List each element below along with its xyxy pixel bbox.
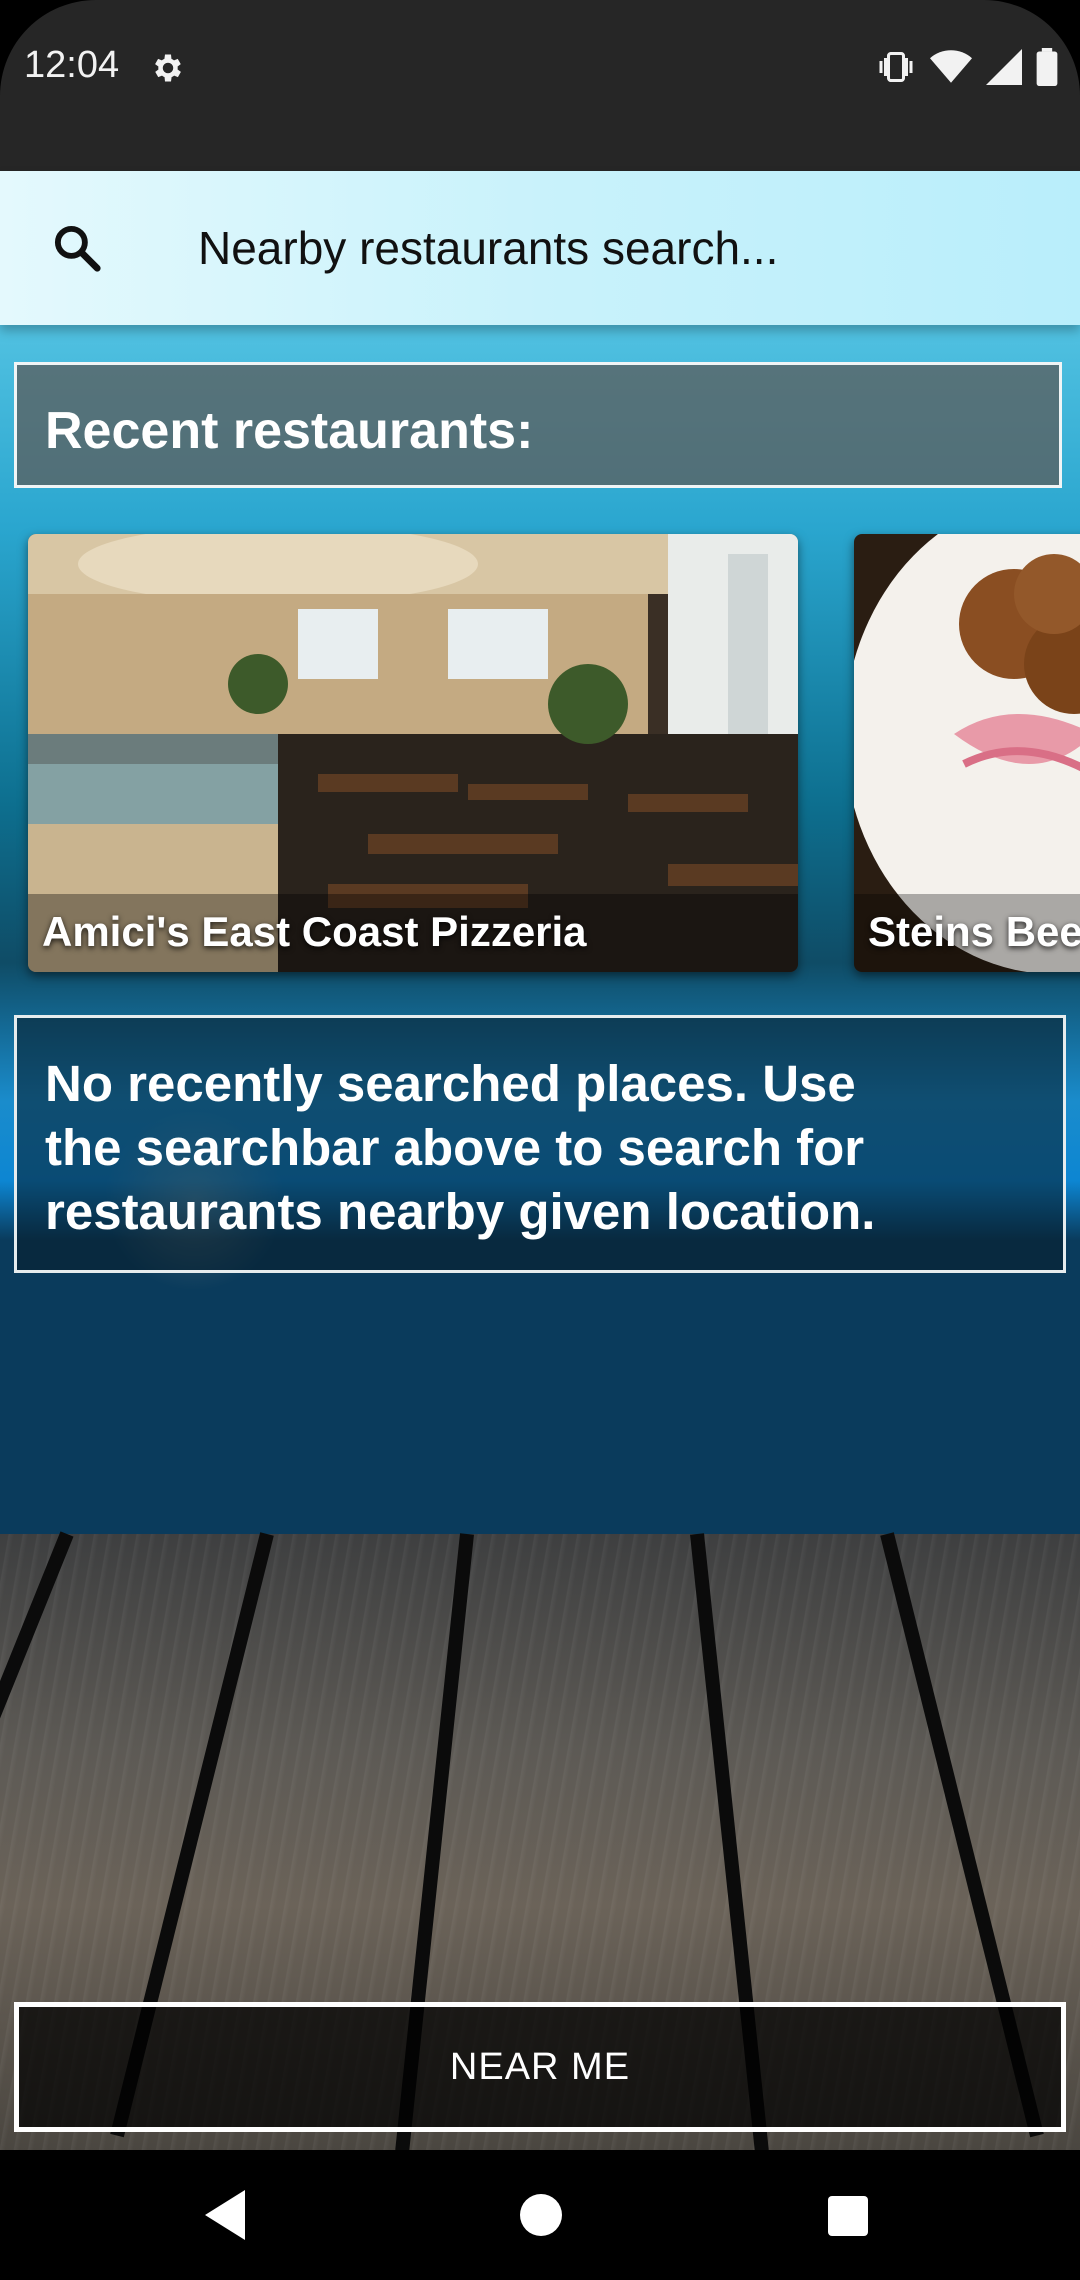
navigation-bar bbox=[0, 2150, 1080, 2280]
recent-restaurants-header: Recent restaurants: bbox=[14, 362, 1062, 488]
phone-screen: 12:04 Nearby restaurants search... Recen… bbox=[0, 0, 1080, 2280]
search-bar bbox=[0, 171, 1080, 325]
restaurant-name: Amici's East Coast Pizzeria bbox=[42, 908, 587, 955]
empty-state-box: No recently searched places. Use the sea… bbox=[14, 1015, 1066, 1273]
restaurant-name: Steins Bee bbox=[868, 908, 1080, 955]
recents-icon[interactable] bbox=[828, 2196, 868, 2236]
status-icons bbox=[876, 48, 1058, 86]
vibrate-icon bbox=[879, 52, 913, 82]
restaurant-photo bbox=[28, 534, 798, 972]
restaurant-photo bbox=[854, 534, 1080, 972]
status-time: 12:04 bbox=[24, 44, 120, 86]
settings-gear-icon bbox=[155, 54, 181, 82]
restaurant-card[interactable]: Amici's East Coast Pizzeria bbox=[28, 534, 798, 972]
status-bar: 12:04 bbox=[0, 0, 1080, 171]
restaurant-card[interactable]: Steins Bee bbox=[854, 534, 1080, 972]
back-icon[interactable] bbox=[205, 2190, 249, 2240]
recent-restaurants-title: Recent restaurants: bbox=[45, 402, 534, 460]
wifi-icon bbox=[930, 50, 972, 83]
empty-state-message: No recently searched places. Use the sea… bbox=[45, 1055, 876, 1240]
cell-signal-icon bbox=[986, 49, 1022, 85]
battery-icon bbox=[1036, 48, 1058, 86]
search-icon[interactable] bbox=[50, 221, 104, 275]
home-icon[interactable] bbox=[520, 2194, 562, 2236]
search-input[interactable] bbox=[198, 211, 1038, 285]
near-me-button[interactable]: NEAR ME bbox=[14, 2002, 1066, 2132]
